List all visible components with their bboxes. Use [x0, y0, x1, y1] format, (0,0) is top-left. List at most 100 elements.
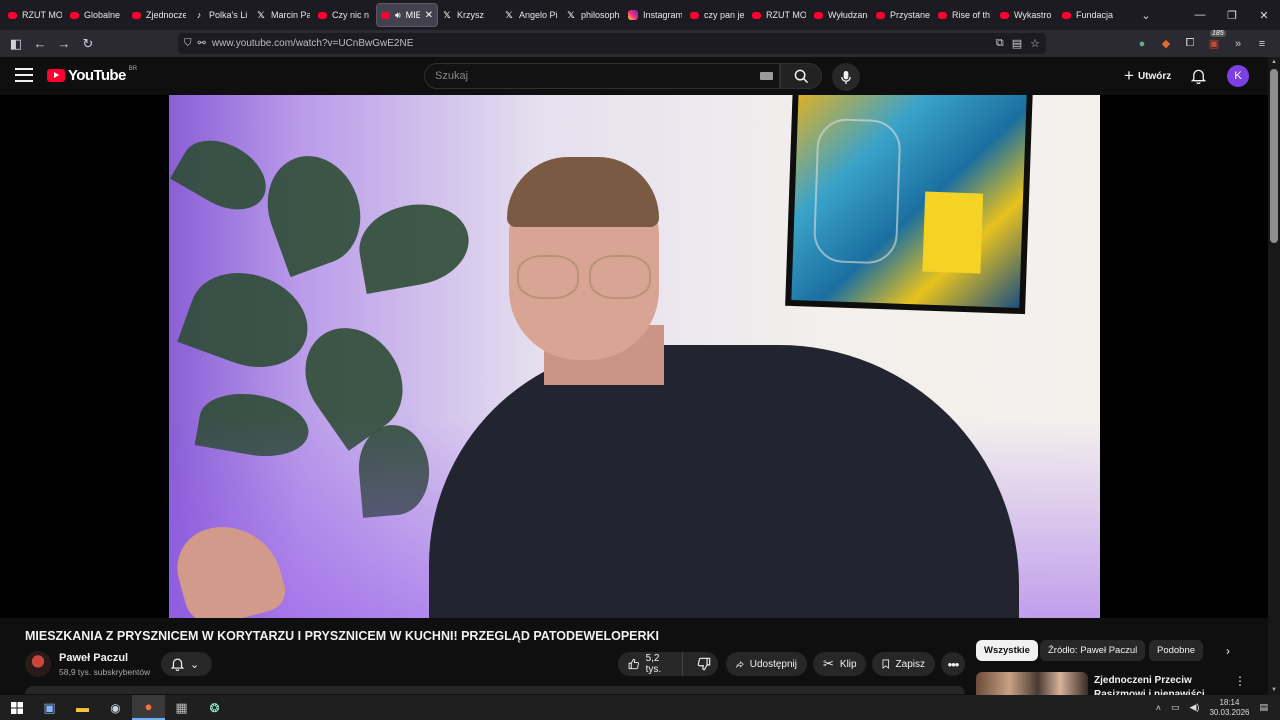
address-bar[interactable]: ⛉ ⚯ www.youtube.com/watch?v=UCnBwGwE2NE …	[178, 33, 1046, 54]
youtube-play-icon	[47, 69, 65, 82]
scroll-down-icon[interactable]: ▼	[1271, 687, 1277, 693]
save-button[interactable]: Zapisz	[872, 652, 935, 676]
close-tab-icon[interactable]: ✕	[425, 10, 433, 21]
fox-extension-icon[interactable]: ◆	[1158, 36, 1174, 52]
wall-painting	[785, 95, 1033, 315]
tray-chevron-icon[interactable]: ˄	[1156, 703, 1161, 713]
start-button[interactable]	[0, 695, 33, 720]
browser-tab[interactable]: Instagram	[624, 3, 686, 27]
browser-tab[interactable]: czy pan je	[686, 3, 748, 27]
chevron-right-icon[interactable]: ›	[1218, 640, 1238, 661]
browser-tab[interactable]: Zjednoczeni	[128, 3, 190, 27]
browser-tab-active[interactable]: 🔊︎ MIE ✕	[376, 3, 438, 27]
keyboard-icon[interactable]	[760, 72, 773, 80]
clip-button[interactable]: ✂ Klip	[813, 652, 866, 676]
search-input[interactable]: Szukaj	[424, 63, 780, 89]
notifications-button[interactable]	[1188, 66, 1208, 86]
taskbar-app-misc[interactable]: ❂	[198, 695, 231, 720]
recommendation-thumbnail[interactable]	[976, 672, 1088, 696]
counter-extension-icon[interactable]: ▣ 185	[1206, 29, 1226, 52]
clock[interactable]: 18:14 30.03.2026	[1209, 698, 1249, 718]
network-icon[interactable]: ▭	[1171, 702, 1180, 713]
share-button[interactable]: Udostępnij	[726, 652, 807, 676]
extensions-puzzle-icon[interactable]: ⧠	[1182, 36, 1198, 52]
scrollbar-thumb[interactable]	[1270, 69, 1278, 243]
app-menu-icon[interactable]: ≡	[1254, 36, 1270, 52]
channel-avatar[interactable]	[25, 651, 51, 677]
browser-tab[interactable]: Rise of th	[934, 3, 996, 27]
plant-leaf	[177, 257, 321, 383]
forward-icon[interactable]: →	[52, 32, 76, 56]
chip-all[interactable]: Wszystkie	[976, 640, 1038, 661]
back-icon[interactable]: ←	[28, 32, 52, 56]
browser-tab[interactable]: 𝕏 Marcin Pa	[252, 3, 314, 27]
reader-view-icon[interactable]: ▤	[1012, 37, 1022, 50]
speaker-icon[interactable]: 🔊︎	[395, 10, 401, 21]
subscription-bell-button[interactable]: ⌄	[161, 652, 212, 676]
chip-related[interactable]: Podobne	[1149, 640, 1204, 661]
tab-list-chevron-icon[interactable]: ⌄	[1136, 5, 1156, 25]
volume-icon[interactable]: ◀)	[1190, 702, 1200, 713]
browser-tab[interactable]: RZUT MO	[748, 3, 810, 27]
bookmark-star-icon[interactable]: ☆	[1030, 37, 1040, 50]
browser-tab[interactable]: Przystane	[872, 3, 934, 27]
permissions-icon[interactable]: ⚯	[198, 38, 206, 49]
browser-tab[interactable]: Czy nic n	[314, 3, 376, 27]
like-count: 5,2 tys.	[645, 653, 662, 675]
browser-tab[interactable]: 𝕏philosoph	[562, 3, 624, 27]
vpn-extension-icon[interactable]: ●	[1134, 36, 1150, 52]
page-scrollbar[interactable]: ▲ ▼	[1268, 57, 1280, 695]
like-button[interactable]: 5,2 tys.	[618, 652, 684, 676]
voice-search-button[interactable]	[832, 63, 860, 91]
browser-tab[interactable]: Globalne	[66, 3, 128, 27]
notifications-center-icon[interactable]: ▤	[1259, 702, 1268, 713]
reload-icon[interactable]: ↻	[76, 32, 100, 56]
sidebar-toggle-icon[interactable]: ◧	[4, 32, 28, 56]
url-text[interactable]: www.youtube.com/watch?v=UCnBwGwE2NE	[212, 38, 413, 49]
description-box[interactable]	[25, 686, 965, 694]
tab-label: RZUT MO	[766, 10, 806, 20]
recommendation-menu-icon[interactable]: ⋮	[1234, 674, 1246, 688]
scroll-up-icon[interactable]: ▲	[1271, 59, 1277, 65]
channel-name[interactable]: Paweł Paczul	[59, 652, 128, 664]
browser-tab[interactable]: 𝕏 Angelo Pi	[500, 3, 562, 27]
person-glasses	[517, 255, 657, 299]
overflow-chevron-icon[interactable]: »	[1230, 36, 1246, 52]
close-window-icon[interactable]: ✕	[1248, 0, 1280, 30]
x-icon: 𝕏	[505, 9, 513, 20]
x-icon: 𝕏	[443, 9, 451, 20]
bell-icon	[1190, 69, 1206, 84]
taskbar-app-calculator[interactable]: ▦	[165, 695, 198, 720]
browser-tab[interactable]: ♪ Polka's Li	[190, 3, 252, 27]
browser-tab[interactable]: Fundacja	[1058, 3, 1120, 27]
taskbar-app-explorer[interactable]: ▬	[66, 695, 99, 720]
guide-menu-icon[interactable]	[15, 68, 33, 82]
browser-tab[interactable]: RZUT MOCY	[4, 3, 66, 27]
video-frame[interactable]	[169, 95, 1100, 618]
restore-icon[interactable]: ❐	[1216, 0, 1248, 30]
dislike-button[interactable]	[689, 652, 718, 676]
youtube-logo[interactable]: YouTube BR	[47, 66, 137, 84]
minimize-icon[interactable]: —	[1184, 0, 1216, 30]
video-title: MIESZKANIA Z PRYSZNICEM W KORYTARZU I PR…	[25, 629, 660, 643]
account-avatar[interactable]: K	[1227, 65, 1249, 87]
plant-leaf	[170, 126, 278, 224]
video-player[interactable]	[0, 95, 1268, 618]
chip-from-channel[interactable]: Źródło: Paweł Paczul	[1040, 640, 1146, 661]
taskbar-app-steam[interactable]: ◉	[99, 695, 132, 720]
recommendation-title[interactable]: Zjednoczeni Przeciw Rasizmowi i nienawiś…	[1094, 674, 1234, 696]
youtube-icon	[132, 11, 141, 19]
tab-label: Zjednoczeni	[146, 10, 186, 20]
x-icon: 𝕏	[567, 9, 575, 20]
more-actions-button[interactable]: •••	[941, 652, 965, 676]
taskbar-app-monitor[interactable]: ▣	[33, 695, 66, 720]
picture-in-picture-icon[interactable]: ⧉	[996, 37, 1004, 50]
create-button[interactable]: + Utwórz	[1116, 64, 1179, 88]
browser-tab[interactable]: Wykastro	[996, 3, 1058, 27]
browser-tab[interactable]: Wyłudzan	[810, 3, 872, 27]
search-button[interactable]	[780, 63, 822, 89]
instagram-icon	[628, 10, 638, 20]
taskbar-app-firefox[interactable]: ●	[132, 695, 165, 720]
browser-tab[interactable]: 𝕏 Krzysz	[438, 3, 500, 27]
shield-icon[interactable]: ⛉	[184, 38, 192, 49]
